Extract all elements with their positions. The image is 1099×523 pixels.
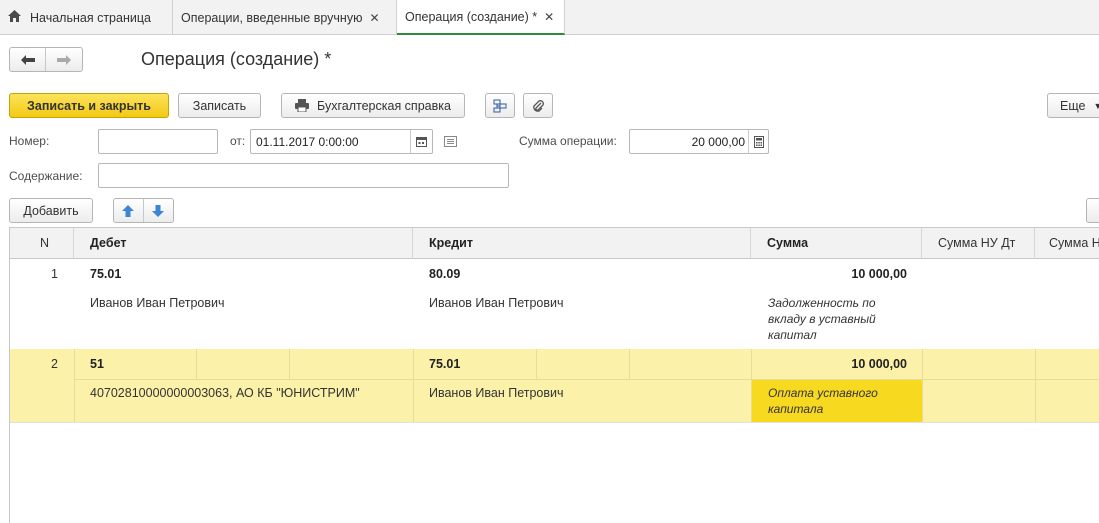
paperclip-icon xyxy=(533,99,544,112)
column-header-debit[interactable]: Дебет xyxy=(74,228,413,259)
accounting-report-button[interactable]: Бухгалтерская справка xyxy=(281,93,465,118)
content-field[interactable] xyxy=(98,163,509,188)
row-number: 1 xyxy=(51,267,58,281)
operation-sum-label: Сумма операции: xyxy=(519,134,617,148)
tab-label: Операции, введенные вручную xyxy=(181,10,363,25)
comment-line: капитал xyxy=(768,328,817,342)
column-header-n[interactable]: N xyxy=(10,228,74,259)
number-field[interactable] xyxy=(98,129,218,154)
comment-line: Оплата уставного xyxy=(768,386,878,400)
comment-line: Задолженность по xyxy=(768,296,876,310)
cell-divider xyxy=(74,349,75,422)
table-more-button[interactable] xyxy=(1086,198,1099,223)
attach-button[interactable] xyxy=(523,93,553,118)
document-structure-icon xyxy=(493,99,507,112)
comment-line: вкладу в уставный xyxy=(768,312,876,326)
tab-home[interactable]: Начальная страница xyxy=(0,0,173,35)
chevron-down-icon: ▼ xyxy=(1093,100,1099,111)
credit-subconto[interactable]: Иванов Иван Петрович xyxy=(429,386,564,400)
debit-subconto[interactable]: 40702810000000003063, АО КБ "ЮНИСТРИМ" xyxy=(90,386,360,400)
date-value: 01.11.2017 0:00:00 xyxy=(256,134,359,149)
arrow-right-icon xyxy=(57,54,71,65)
debit-subconto[interactable]: Иванов Иван Петрович xyxy=(90,296,225,310)
sum-value: 20 000,00 xyxy=(691,134,745,149)
add-button[interactable]: Добавить xyxy=(9,198,93,223)
amount[interactable]: 10 000,00 xyxy=(751,357,907,371)
move-up-button[interactable] xyxy=(114,199,144,222)
entries-table: N Дебет Кредит Сумма Сумма НУ Дт Сумма Н… xyxy=(9,227,1099,523)
arrow-up-icon xyxy=(122,204,135,217)
column-header-tax-amount-dt[interactable]: Сумма НУ Дт xyxy=(922,228,1035,259)
operation-sum-field[interactable]: 20 000,00 xyxy=(629,129,769,154)
printer-icon xyxy=(295,99,310,112)
column-header-tax-amount-kt[interactable]: Сумма Н xyxy=(1035,228,1099,259)
row-divider xyxy=(74,379,1099,380)
credit-subconto[interactable]: Иванов Иван Петрович xyxy=(429,296,564,310)
entry-comment[interactable]: Задолженность по вкладу в уставный капит… xyxy=(768,295,876,343)
cell-divider xyxy=(289,349,290,379)
more-button[interactable]: Еще ▼ xyxy=(1047,93,1099,118)
cell-divider xyxy=(536,349,537,379)
cell-divider xyxy=(1035,349,1036,422)
date-label: от: xyxy=(230,134,246,148)
move-down-button[interactable] xyxy=(144,199,173,222)
arrow-down-icon xyxy=(152,204,165,217)
more-label: Еще xyxy=(1060,98,1086,113)
tab-label: Операция (создание) * xyxy=(405,9,538,24)
comment-line: капитала xyxy=(768,402,824,416)
entry-comment[interactable]: Оплата уставного капитала xyxy=(768,385,878,417)
debit-account[interactable]: 51 xyxy=(90,357,104,371)
structure-button[interactable] xyxy=(485,93,515,118)
content-label: Содержание: xyxy=(9,169,83,183)
column-header-amount[interactable]: Сумма xyxy=(751,228,922,259)
save-and-close-button[interactable]: Записать и закрыть xyxy=(9,93,169,118)
home-icon xyxy=(8,10,21,25)
row-divider xyxy=(10,422,1099,423)
row-number: 2 xyxy=(51,357,58,371)
nav-buttons xyxy=(9,47,83,72)
tab-label: Начальная страница xyxy=(30,10,151,25)
forward-button[interactable] xyxy=(46,48,82,71)
move-buttons xyxy=(113,198,174,223)
cell-divider xyxy=(629,349,630,379)
cell-divider xyxy=(196,349,197,379)
credit-account[interactable]: 75.01 xyxy=(429,357,460,371)
calendar-icon[interactable] xyxy=(410,130,432,153)
calculator-icon[interactable] xyxy=(748,130,768,153)
arrow-left-icon xyxy=(20,54,35,65)
number-label: Номер: xyxy=(9,134,50,148)
amount[interactable]: 10 000,00 xyxy=(751,267,907,281)
save-button[interactable]: Записать xyxy=(178,93,261,118)
column-header-credit[interactable]: Кредит xyxy=(413,228,751,259)
back-button[interactable] xyxy=(10,48,47,71)
report-label: Бухгалтерская справка xyxy=(317,98,451,113)
tab-operation-create[interactable]: Операция (создание) * ✕ xyxy=(397,0,565,35)
table-row[interactable]: 1 75.01 Иванов Иван Петрович 80.09 Ивано… xyxy=(10,259,1099,349)
close-icon[interactable]: ✕ xyxy=(369,11,379,25)
tab-bar: Начальная страница Операции, введенные в… xyxy=(0,0,1099,35)
cell-divider xyxy=(413,349,414,422)
debit-account[interactable]: 75.01 xyxy=(90,267,121,281)
history-icon[interactable] xyxy=(444,136,457,150)
tab-manual-operations[interactable]: Операции, введенные вручную ✕ xyxy=(173,0,397,35)
close-icon[interactable]: ✕ xyxy=(544,10,554,24)
credit-account[interactable]: 80.09 xyxy=(429,267,460,281)
cell-divider xyxy=(922,349,923,422)
page-title: Операция (создание) * xyxy=(141,49,332,69)
date-field[interactable]: 01.11.2017 0:00:00 xyxy=(250,129,433,154)
